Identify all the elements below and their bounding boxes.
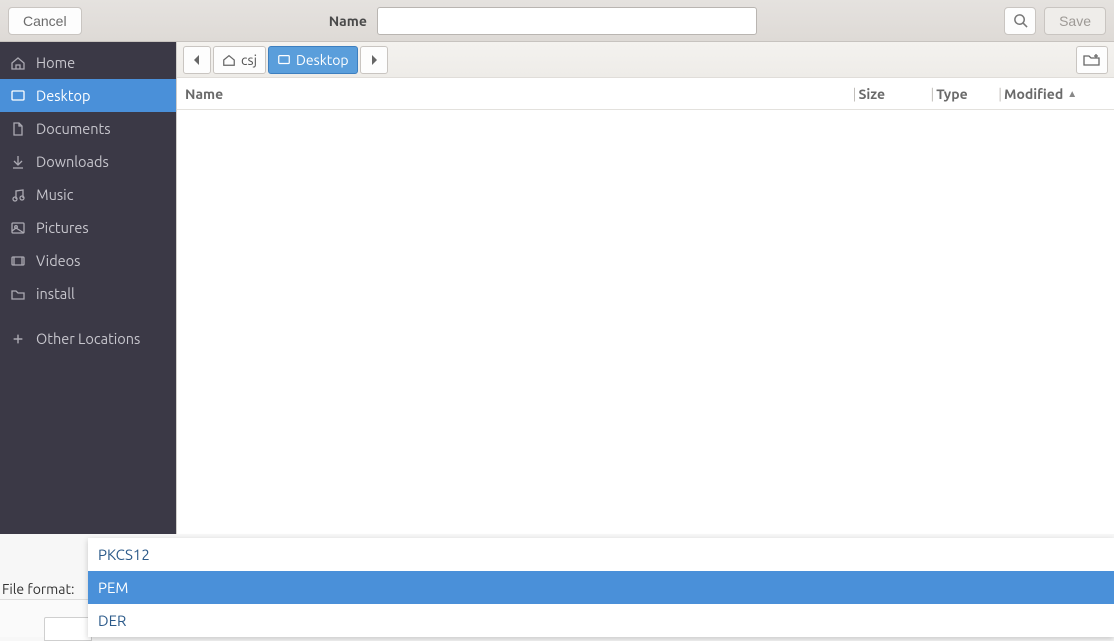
format-option-der[interactable]: DER <box>88 604 1114 637</box>
main-panel: csj Desktop Name | Size | Type | Modifie… <box>176 42 1114 534</box>
column-header-row: Name | Size | Type | Modified ▲ <box>177 78 1114 110</box>
path-segment-desktop[interactable]: Desktop <box>268 46 358 74</box>
column-header-modified-label: Modified <box>1004 86 1063 102</box>
name-label: Name <box>329 13 367 29</box>
column-header-size[interactable]: Size <box>858 86 928 102</box>
dialog-body: Home Desktop Documents Downloads Music <box>0 42 1114 534</box>
new-folder-icon <box>1083 52 1101 68</box>
header-actions: Save <box>1004 7 1106 35</box>
search-icon <box>1013 13 1028 28</box>
sidebar-item-label: Other Locations <box>36 330 140 347</box>
new-folder-button[interactable] <box>1076 46 1108 74</box>
music-icon <box>10 187 26 203</box>
sidebar-item-label: Downloads <box>36 153 109 170</box>
desktop-icon <box>277 53 291 67</box>
save-button[interactable]: Save <box>1044 7 1106 35</box>
search-button[interactable] <box>1004 7 1036 35</box>
sidebar-item-label: Documents <box>36 120 111 137</box>
desktop-icon <box>10 88 26 104</box>
sidebar-item-label: Home <box>36 54 75 71</box>
dialog-header: Cancel Name Save <box>0 0 1114 42</box>
chevron-left-icon <box>193 55 201 65</box>
filename-input[interactable] <box>377 7 757 35</box>
home-icon <box>10 55 26 71</box>
file-list-area[interactable] <box>177 110 1114 534</box>
pictures-icon <box>10 220 26 236</box>
sidebar-item-label: Desktop <box>36 87 90 104</box>
column-separator: | <box>928 86 936 102</box>
chevron-right-icon <box>370 55 378 65</box>
sort-ascending-icon: ▲ <box>1067 88 1077 100</box>
sidebar-item-pictures[interactable]: Pictures <box>0 211 176 244</box>
downloads-icon <box>10 154 26 170</box>
home-icon <box>222 53 236 67</box>
sidebar-item-label: install <box>36 285 75 302</box>
sidebar-item-desktop[interactable]: Desktop <box>0 79 176 112</box>
file-format-label: File format: <box>0 581 74 597</box>
places-sidebar: Home Desktop Documents Downloads Music <box>0 42 176 534</box>
obscured-fragment <box>44 617 92 641</box>
path-segment-label: Desktop <box>296 52 349 68</box>
sidebar-item-label: Pictures <box>36 219 89 236</box>
name-field-group: Name <box>90 7 996 35</box>
sidebar-item-documents[interactable]: Documents <box>0 112 176 145</box>
file-format-dropdown[interactable]: PKCS12 PEM DER <box>88 538 1114 637</box>
sidebar-item-label: Videos <box>36 252 80 269</box>
column-header-modified[interactable]: Modified ▲ <box>1004 86 1114 102</box>
sidebar-item-label: Music <box>36 186 73 203</box>
documents-icon <box>10 121 26 137</box>
sidebar-item-music[interactable]: Music <box>0 178 176 211</box>
column-header-type[interactable]: Type <box>936 86 996 102</box>
path-back-button[interactable] <box>183 46 211 74</box>
folder-icon <box>10 286 26 302</box>
sidebar-item-home[interactable]: Home <box>0 46 176 79</box>
sidebar-item-downloads[interactable]: Downloads <box>0 145 176 178</box>
path-segment-csj[interactable]: csj <box>213 46 266 74</box>
column-header-name[interactable]: Name <box>177 86 851 102</box>
column-separator: | <box>851 86 859 102</box>
cancel-button[interactable]: Cancel <box>8 7 82 35</box>
sidebar-item-install[interactable]: install <box>0 277 176 310</box>
path-forward-button[interactable] <box>360 46 388 74</box>
plus-icon <box>10 331 26 347</box>
videos-icon <box>10 253 26 269</box>
sidebar-item-videos[interactable]: Videos <box>0 244 176 277</box>
path-segment-label: csj <box>241 52 257 68</box>
path-bar: csj Desktop <box>177 42 1114 78</box>
format-option-pem[interactable]: PEM <box>88 571 1114 604</box>
column-separator: | <box>996 86 1004 102</box>
sidebar-item-other-locations[interactable]: Other Locations <box>0 322 176 355</box>
format-option-pkcs12[interactable]: PKCS12 <box>88 538 1114 571</box>
